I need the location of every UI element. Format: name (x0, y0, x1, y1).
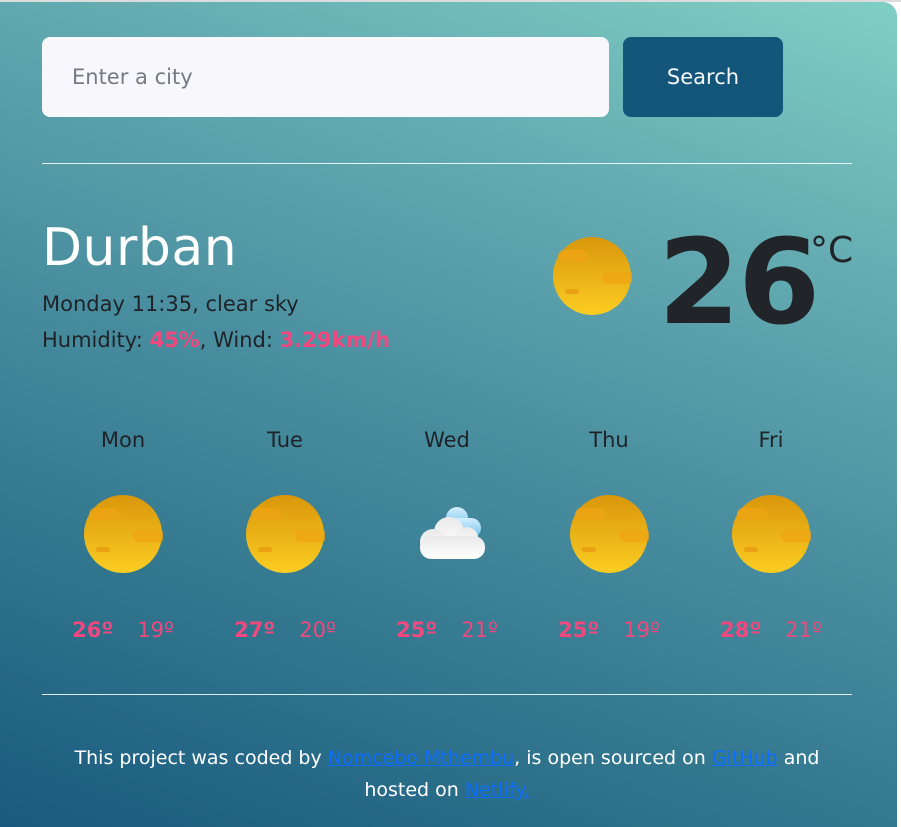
weather-card: Search Durban Monday 11:35, clear sky Hu… (0, 2, 897, 827)
current-details: Monday 11:35, clear sky Humidity: 45%, W… (42, 286, 390, 358)
comma-separator: , (192, 292, 206, 316)
forecast-day: Wed 25º 21º (366, 422, 528, 642)
current-datetime: Monday 11:35 (42, 292, 193, 316)
forecast-min-temp: 20º (299, 618, 336, 642)
sun-icon (83, 494, 165, 574)
forecast-max-temp: 27º (234, 618, 276, 642)
footer: This project was coded by Nomcebo Mthemb… (42, 742, 852, 806)
weather-description: clear sky (205, 292, 299, 316)
humidity-value: 45% (149, 328, 200, 352)
author-link[interactable]: Nomcebo Mthembu (328, 747, 514, 769)
sun-icon (245, 494, 327, 574)
forecast-row: Mon 26º 19º Tue 27º 20º Wed 25º 21º Thu … (42, 422, 852, 642)
forecast-day-name: Wed (424, 428, 470, 452)
humidity-label: Humidity: (42, 328, 143, 352)
divider-bottom (42, 694, 852, 695)
footer-text: This project was coded by (74, 747, 328, 769)
forecast-day: Tue 27º 20º (204, 422, 366, 642)
forecast-min-temp: 19º (623, 618, 660, 642)
forecast-temps: 27º 20º (234, 618, 336, 642)
forecast-day: Fri 28º 21º (690, 422, 852, 642)
wind-value: 3.29km/h (279, 328, 390, 352)
forecast-min-temp: 21º (785, 618, 822, 642)
datetime-description-line: Monday 11:35, clear sky (42, 286, 390, 322)
forecast-temps: 25º 21º (396, 618, 498, 642)
search-button[interactable]: Search (623, 37, 783, 117)
temperature-unit[interactable]: °C (810, 230, 853, 271)
divider-top (42, 163, 852, 164)
github-link[interactable]: GitHub (712, 747, 778, 769)
forecast-temps: 26º 19º (72, 618, 174, 642)
forecast-day-name: Fri (758, 428, 784, 452)
forecast-min-temp: 19º (137, 618, 174, 642)
current-temperature: 26 (658, 213, 820, 351)
city-search-input[interactable] (42, 37, 609, 117)
sun-icon (731, 494, 813, 574)
forecast-day: Thu 25º 19º (528, 422, 690, 642)
comma-separator: , (199, 328, 214, 352)
forecast-max-temp: 28º (720, 618, 762, 642)
forecast-day: Mon 26º 19º (42, 422, 204, 642)
netlify-link[interactable]: Netlify. (465, 779, 530, 801)
forecast-temps: 28º 21º (720, 618, 822, 642)
humidity-wind-line: Humidity: 45%, Wind: 3.29km/h (42, 322, 390, 358)
footer-text: , is open sourced on (514, 747, 712, 769)
search-form: Search (42, 37, 783, 117)
forecast-temps: 25º 19º (558, 618, 660, 642)
forecast-day-name: Thu (589, 428, 629, 452)
sun-icon (552, 236, 634, 316)
forecast-max-temp: 25º (396, 618, 438, 642)
forecast-day-name: Tue (267, 428, 303, 452)
cloud-icon (407, 494, 487, 574)
forecast-max-temp: 25º (558, 618, 600, 642)
forecast-min-temp: 21º (461, 618, 498, 642)
sun-icon (569, 494, 651, 574)
wind-label: Wind: (213, 328, 273, 352)
forecast-max-temp: 26º (72, 618, 114, 642)
forecast-day-name: Mon (100, 428, 146, 452)
city-name: Durban (42, 218, 238, 278)
